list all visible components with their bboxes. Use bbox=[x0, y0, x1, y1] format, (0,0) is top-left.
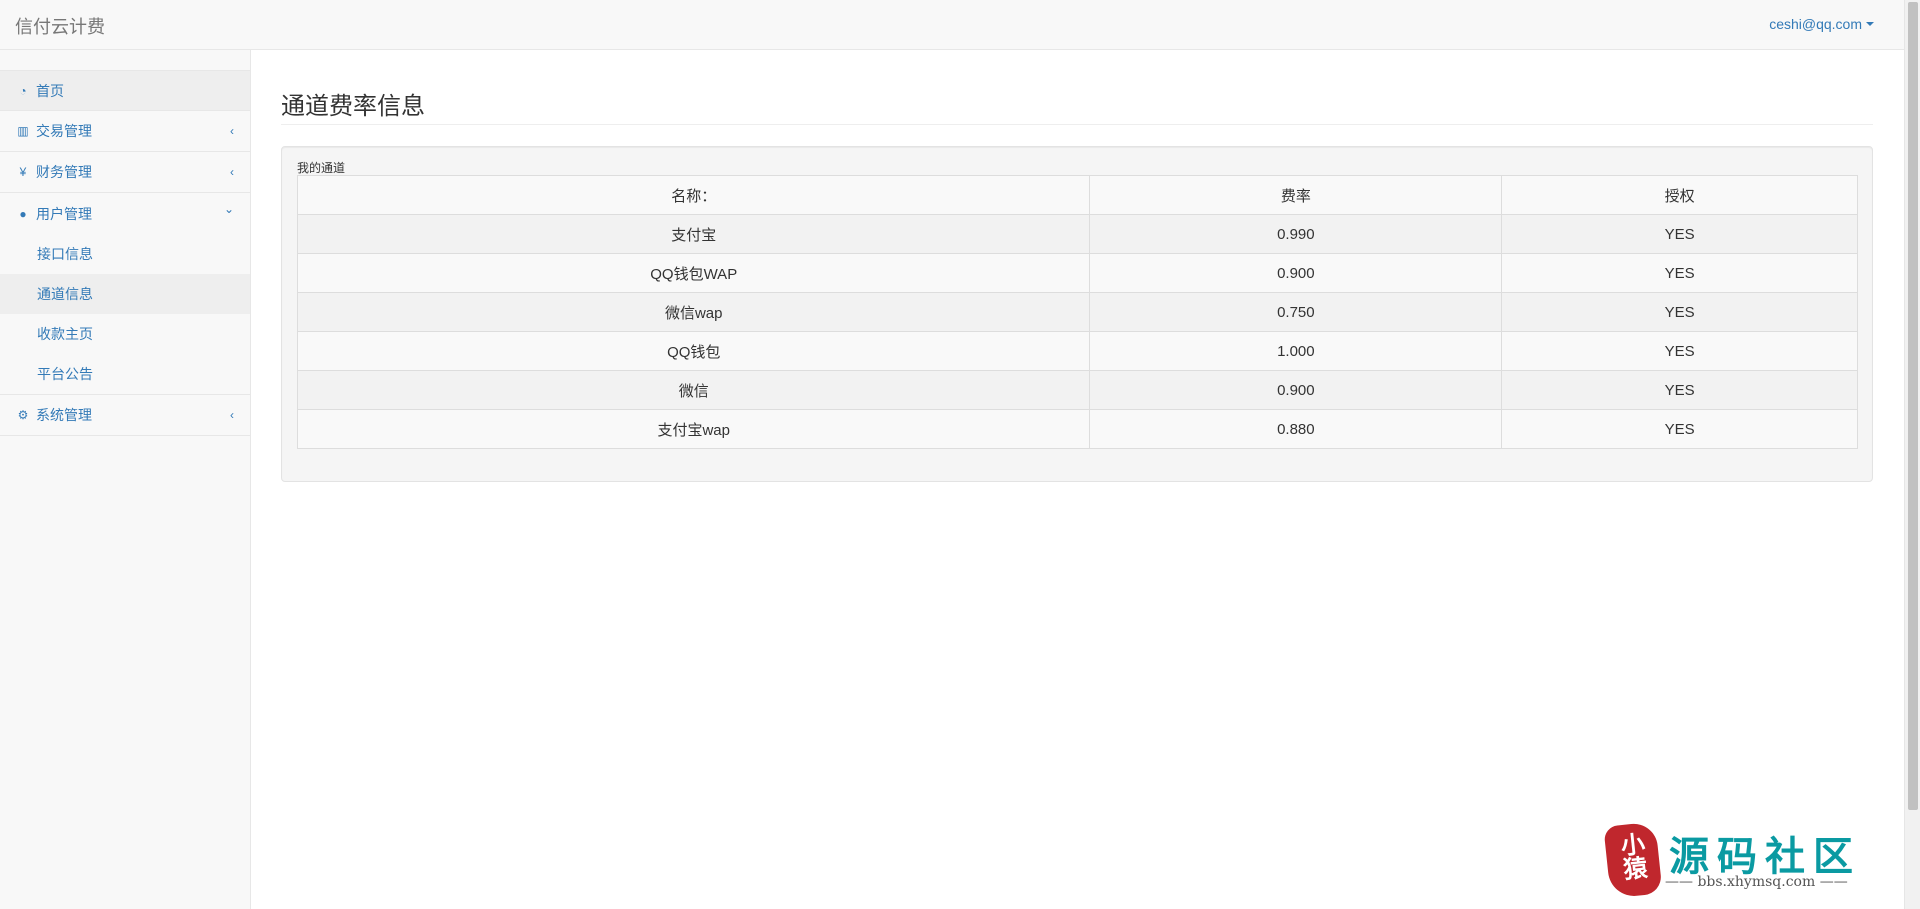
table-row: 支付宝wap 0.880 YES bbox=[296, 409, 1858, 449]
yen-icon: ¥ bbox=[19, 165, 27, 179]
table-row: 微信 0.900 YES bbox=[296, 370, 1858, 410]
chevron-left-icon: ‹ bbox=[230, 124, 234, 138]
sidebar-subitem-payment-home[interactable]: 收款主页 bbox=[0, 314, 250, 354]
cell-auth: YES bbox=[1501, 409, 1858, 449]
cell-name: 微信wap bbox=[296, 292, 1091, 332]
sidebar-item-label: 用户管理 bbox=[36, 205, 92, 222]
watermark-url: —— bbs.xhymsq.com —— bbox=[1665, 874, 1848, 890]
bar-chart-icon: ▥ bbox=[17, 124, 29, 138]
table-row: QQ钱包 1.000 YES bbox=[296, 331, 1858, 371]
sidebar: ◔ 首页 ▥ 交易管理 ‹ ¥ 财务管理 ‹ ● 用户管理 ⌄ 接口信息 通道信… bbox=[0, 50, 251, 909]
cell-rate: 0.990 bbox=[1089, 214, 1503, 254]
top-navbar: 信付云计费 ceshi@qq.com bbox=[0, 0, 1904, 50]
sidebar-item-label: 首页 bbox=[36, 82, 64, 99]
watermark-logo: 小猿 源码社区 —— bbs.xhymsq.com —— bbox=[1603, 821, 1885, 900]
sidebar-item-system[interactable]: ⚙ 系统管理 ‹ bbox=[0, 395, 250, 436]
cell-rate: 0.900 bbox=[1089, 370, 1503, 410]
page-title: 通道费率信息 bbox=[281, 93, 425, 120]
brand-logo-text[interactable]: 信付云计费 bbox=[15, 13, 105, 39]
cell-auth: YES bbox=[1501, 292, 1858, 332]
cell-name: 支付宝 bbox=[296, 214, 1091, 254]
scrollbar-thumb[interactable] bbox=[1908, 2, 1918, 810]
column-header-rate: 费率 bbox=[1089, 175, 1503, 215]
cell-name: 支付宝wap bbox=[296, 409, 1091, 449]
cell-name: 微信 bbox=[296, 370, 1091, 410]
cell-name: QQ钱包WAP bbox=[296, 253, 1091, 293]
table-row: 支付宝 0.990 YES bbox=[296, 214, 1858, 254]
sidebar-item-transactions[interactable]: ▥ 交易管理 ‹ bbox=[0, 111, 250, 152]
cell-rate: 0.750 bbox=[1089, 292, 1503, 332]
sidebar-item-users[interactable]: ● 用户管理 ⌄ bbox=[0, 193, 250, 234]
sidebar-item-home[interactable]: ◔ 首页 bbox=[0, 70, 250, 111]
table-row: QQ钱包WAP 0.900 YES bbox=[296, 253, 1858, 293]
table-row: 微信wap 0.750 YES bbox=[296, 292, 1858, 332]
sidebar-subitem-announcements[interactable]: 平台公告 bbox=[0, 354, 250, 394]
panel-legend: 我的通道 bbox=[297, 161, 346, 175]
sidebar-item-label: 系统管理 bbox=[36, 407, 92, 423]
column-header-name: 名称： bbox=[296, 175, 1091, 215]
user-email: ceshi@qq.com bbox=[1769, 16, 1862, 32]
caret-down-icon bbox=[1866, 22, 1874, 26]
user-dropdown[interactable]: ceshi@qq.com bbox=[1769, 16, 1874, 32]
title-divider bbox=[281, 124, 1873, 125]
cell-auth: YES bbox=[1501, 331, 1858, 371]
channel-rates-table: 名称： 费率 授权 支付宝 0.990 YES QQ钱包WAP 0.900 YE… bbox=[296, 175, 1858, 449]
cell-rate: 0.900 bbox=[1089, 253, 1503, 293]
cell-rate: 0.880 bbox=[1089, 409, 1503, 449]
main-content: 通道费率信息 我的通道 名称： 费率 授权 支付宝 0.990 YES QQ钱包… bbox=[251, 50, 1904, 909]
dashboard-icon: ◔ bbox=[19, 83, 27, 98]
column-header-auth: 授权 bbox=[1501, 175, 1858, 215]
chevron-left-icon: ‹ bbox=[230, 408, 234, 422]
users-submenu: 接口信息 通道信息 收款主页 平台公告 bbox=[0, 234, 250, 395]
chevron-left-icon: ‹ bbox=[230, 165, 234, 179]
chevron-down-icon: ⌄ bbox=[223, 202, 234, 216]
cell-rate: 1.000 bbox=[1089, 331, 1503, 371]
user-icon: ● bbox=[19, 206, 27, 221]
sidebar-subitem-api-info[interactable]: 接口信息 bbox=[0, 234, 250, 274]
page-scrollbar[interactable] bbox=[1904, 0, 1920, 909]
sidebar-item-label: 财务管理 bbox=[36, 164, 92, 180]
sidebar-subitem-channel-info[interactable]: 通道信息 bbox=[0, 274, 250, 314]
gears-icon: ⚙ bbox=[17, 408, 29, 422]
channels-panel: 我的通道 名称： 费率 授权 支付宝 0.990 YES QQ钱包WAP 0.9… bbox=[281, 146, 1873, 482]
cell-name: QQ钱包 bbox=[296, 331, 1091, 371]
sidebar-item-label: 交易管理 bbox=[36, 123, 92, 139]
cell-auth: YES bbox=[1501, 253, 1858, 293]
cell-auth: YES bbox=[1501, 370, 1858, 410]
seal-logo: 小猿 bbox=[1603, 821, 1663, 899]
seal-text: 小猿 bbox=[1615, 830, 1650, 882]
sidebar-item-finance[interactable]: ¥ 财务管理 ‹ bbox=[0, 152, 250, 193]
cell-auth: YES bbox=[1501, 214, 1858, 254]
table-header-row: 名称： 费率 授权 bbox=[296, 175, 1858, 215]
